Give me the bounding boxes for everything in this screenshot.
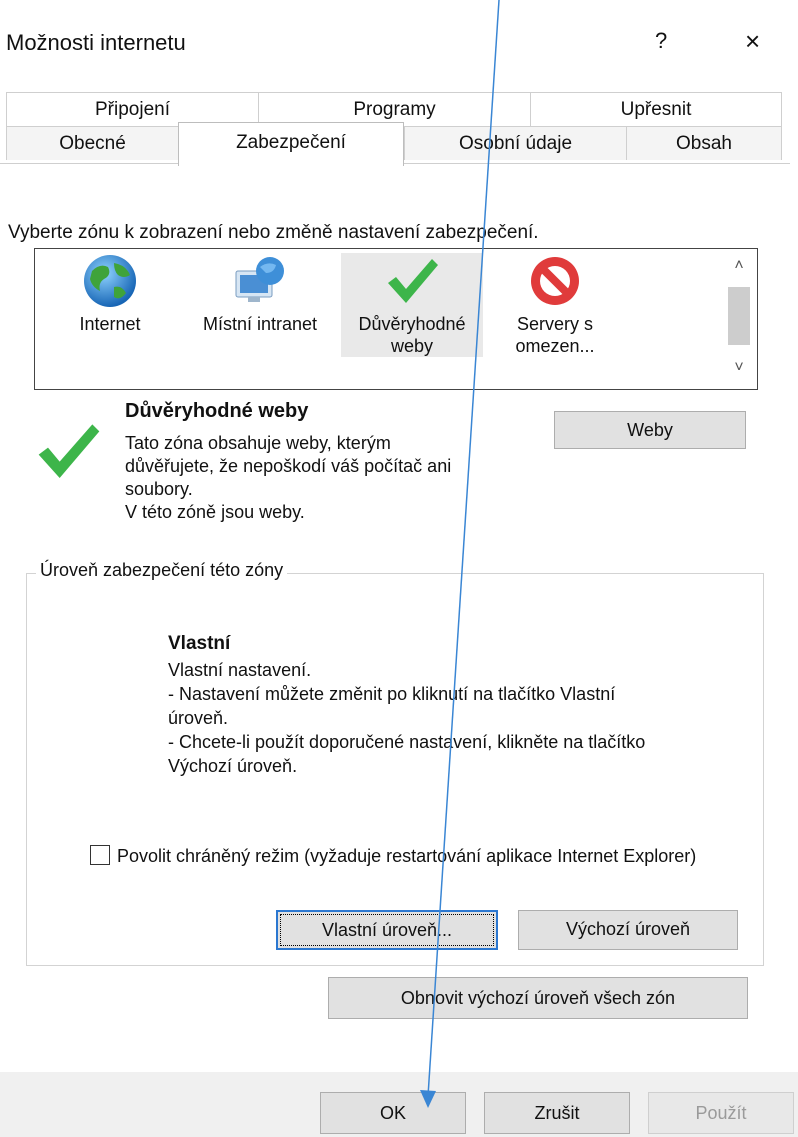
zone-intranet-label: Místní intranet [202, 314, 318, 334]
zone-restricted-label: Servery s omezen... [515, 314, 595, 356]
scroll-up-icon[interactable]: ˄ [725, 257, 753, 275]
protected-mode-label[interactable]: Povolit chráněný režim (vyžaduje restart… [117, 845, 757, 868]
close-button[interactable]: × [745, 26, 760, 57]
zone-internet[interactable]: Internet [55, 253, 165, 335]
zone-trusted[interactable]: Důvěryhodné weby [341, 253, 483, 357]
cancel-button[interactable]: Zrušit [484, 1092, 630, 1134]
custom-level-button[interactable]: Vlastní úroveň... [276, 910, 498, 950]
network-globe-icon [230, 253, 290, 309]
zone-list-scrollbar[interactable]: ˄ ˅ [725, 253, 753, 383]
protected-mode-checkbox[interactable] [90, 845, 110, 865]
apply-button[interactable]: Použít [648, 1092, 794, 1134]
scroll-down-icon[interactable]: ˅ [725, 359, 753, 377]
zone-trusted-label: Důvěryhodné weby [358, 314, 466, 356]
checkmark-icon [34, 415, 104, 485]
zone-internet-label: Internet [79, 314, 141, 334]
tab-osobni-udaje[interactable]: Osobní údaje [404, 126, 626, 160]
globe-icon [80, 253, 140, 309]
default-level-button[interactable]: Výchozí úroveň [518, 910, 738, 950]
help-button[interactable]: ? [655, 28, 667, 54]
tab-pripojeni[interactable]: Připojení [6, 92, 258, 126]
ok-button[interactable]: OK [320, 1092, 466, 1134]
tab-zabezpeceni[interactable]: Zabezpečení [178, 122, 404, 166]
tab-obecne[interactable]: Obecné [6, 126, 178, 160]
zone-intranet[interactable]: Místní intranet [185, 253, 335, 335]
window-title: Možnosti internetu [6, 30, 186, 55]
zone-prompt: Vyberte zónu k zobrazení nebo změně nast… [8, 222, 539, 243]
prohibited-icon [525, 253, 585, 309]
zone-name: Důvěryhodné weby [125, 400, 309, 422]
level-description: Vlastní nastavení. - Nastavení můžete zm… [168, 660, 646, 776]
sites-button[interactable]: Weby [554, 411, 746, 449]
zone-restricted[interactable]: Servery s omezen... [495, 253, 615, 357]
tab-obsah[interactable]: Obsah [626, 126, 782, 160]
tab-programy[interactable]: Programy [258, 92, 530, 126]
zone-description: Tato zóna obsahuje weby, kterým důvěřuje… [125, 433, 452, 522]
scroll-thumb[interactable] [728, 287, 750, 345]
zone-list[interactable]: Internet Místní intranet Důvěryhodné web… [34, 248, 758, 390]
security-level-label: Úroveň zabezpečení této zóny [36, 560, 288, 581]
reset-all-zones-button[interactable]: Obnovit výchozí úroveň všech zón [328, 977, 748, 1019]
checkmark-icon [382, 253, 442, 309]
level-title: Vlastní [168, 633, 231, 654]
tab-upresnit[interactable]: Upřesnit [530, 92, 782, 126]
